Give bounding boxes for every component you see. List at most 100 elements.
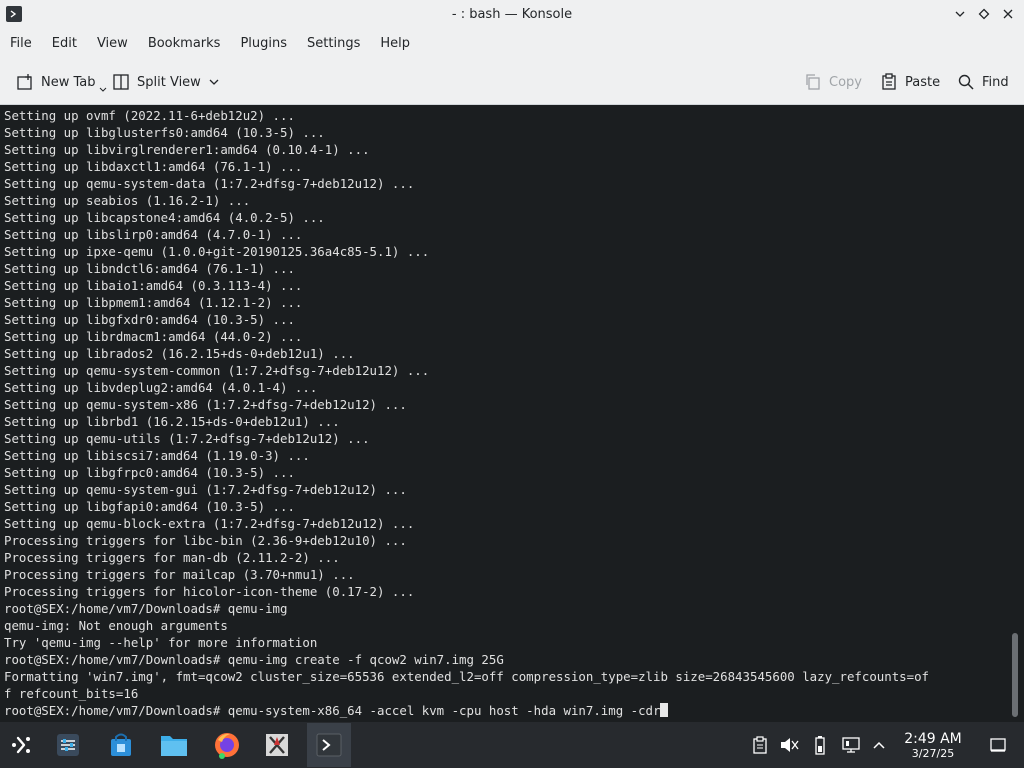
terminal-line: Processing triggers for mailcap (3.70+nm… <box>4 567 355 582</box>
terminal-line: Setting up libaio1:amd64 (0.3.113-4) ... <box>4 278 303 293</box>
find-button[interactable]: Find <box>957 68 1009 96</box>
terminal-line: Setting up libiscsi7:amd64 (1.19.0-3) ..… <box>4 448 310 463</box>
terminal-line: Processing triggers for libc-bin (2.36-9… <box>4 533 407 548</box>
terminal-prompt-line[interactable]: root@SEX:/home/vm7/Downloads# qemu-syste… <box>4 702 1000 719</box>
terminal-line: Setting up libdaxctl1:amd64 (76.1-1) ... <box>4 159 303 174</box>
tray-volume[interactable] <box>776 722 802 768</box>
menu-view[interactable]: View <box>87 29 138 59</box>
terminal-line: Processing triggers for hicolor-icon-the… <box>4 584 415 599</box>
tray-clipboard[interactable] <box>747 722 773 768</box>
find-label: Find <box>982 74 1009 90</box>
copy-label: Copy <box>829 74 862 90</box>
terminal-line: f refcount_bits=16 <box>4 686 139 701</box>
close-icon <box>1003 9 1013 19</box>
launcher-icon <box>12 736 30 754</box>
menu-bookmarks[interactable]: Bookmarks <box>138 29 231 59</box>
task-konsole[interactable] <box>307 723 351 767</box>
terminal-view[interactable]: Setting up ovmf (2022.11-6+deb12u2) ... S… <box>0 105 1024 722</box>
toolbar: New Tab Split View Copy Paste Find <box>0 59 1024 105</box>
terminal-line: Setting up qemu-block-extra (1:7.2+dfsg-… <box>4 516 415 531</box>
copy-button[interactable]: Copy <box>804 68 862 96</box>
terminal-line: Setting up libcapstone4:amd64 (4.0.2-5) … <box>4 210 325 225</box>
terminal-line: Setting up ipxe-qemu (1.0.0+git-20190125… <box>4 244 430 259</box>
show-desktop-button[interactable] <box>985 722 1011 768</box>
chevron-up-icon <box>873 741 885 749</box>
split-view-icon <box>113 74 129 90</box>
new-tab-label: New Tab <box>41 74 96 90</box>
terminal-line: Try 'qemu-img --help' for more informati… <box>4 635 318 650</box>
split-view-label: Split View <box>137 74 201 90</box>
menu-edit[interactable]: Edit <box>42 29 87 59</box>
terminal-line: Setting up librdmacm1:amd64 (44.0-2) ... <box>4 329 303 344</box>
terminal-line: Setting up qemu-utils (1:7.2+dfsg-7+deb1… <box>4 431 370 446</box>
shopping-bag-icon <box>111 733 131 756</box>
digital-clock[interactable]: 2:49 AM 3/27/25 <box>894 732 972 761</box>
maximize-button[interactable] <box>974 4 994 24</box>
close-button[interactable] <box>998 4 1018 24</box>
terminal-line: qemu-img: Not enough arguments <box>4 618 228 633</box>
konsole-app-icon[interactable] <box>6 6 22 22</box>
new-tab-button[interactable]: New Tab <box>16 68 107 96</box>
terminal-line: Processing triggers for man-db (2.11.2-2… <box>4 550 340 565</box>
split-view-button[interactable]: Split View <box>112 68 220 96</box>
terminal-line: Setting up libgfxdr0:amd64 (10.3-5) ... <box>4 312 295 327</box>
chevron-down-icon <box>209 79 219 85</box>
terminal-current-command: root@SEX:/home/vm7/Downloads# qemu-syste… <box>4 703 661 718</box>
paste-label: Paste <box>905 74 941 90</box>
tray-expand-button[interactable] <box>866 722 892 768</box>
terminal-line: Setting up libvdeplug2:amd64 (4.0.1-4) .… <box>4 380 318 395</box>
task-firefox[interactable] <box>205 723 249 767</box>
terminal-line: Setting up libglusterfs0:amd64 (10.3-5) … <box>4 125 325 140</box>
tray-network[interactable] <box>838 722 864 768</box>
chevron-down-icon <box>99 87 106 92</box>
window-titlebar: - : bash — Konsole <box>0 0 1024 29</box>
terminal-line: Setting up librados2 (16.2.15+ds-0+deb12… <box>4 346 355 361</box>
text-cursor <box>660 703 669 717</box>
terminal-line: Setting up libgfrpc0:amd64 (10.3-5) ... <box>4 465 295 480</box>
show-desktop-icon <box>990 738 1006 752</box>
menu-settings[interactable]: Settings <box>297 29 370 59</box>
tray-battery[interactable] <box>807 722 833 768</box>
network-wired-icon <box>842 737 860 753</box>
terminal-line: Setting up libslirp0:amd64 (4.7.0-1) ... <box>4 227 303 242</box>
task-system-settings[interactable] <box>46 723 90 767</box>
terminal-line: root@SEX:/home/vm7/Downloads# qemu-img c… <box>4 652 504 667</box>
task-dolphin[interactable] <box>152 723 196 767</box>
diamond-icon <box>978 8 990 20</box>
volume-muted-icon <box>781 738 799 752</box>
paste-icon <box>882 73 896 90</box>
minimize-button[interactable] <box>950 4 970 24</box>
chevron-down-icon <box>955 11 965 17</box>
paste-button[interactable]: Paste <box>880 68 940 96</box>
terminal-line: Setting up qemu-system-data (1:7.2+dfsg-… <box>4 176 415 191</box>
terminal-line: Setting up ovmf (2022.11-6+deb12u2) ... <box>4 108 295 123</box>
terminal-line: Setting up seabios (1.16.2-1) ... <box>4 193 251 208</box>
new-tab-icon <box>17 74 32 90</box>
terminal-line: Setting up libgfapi0:amd64 (10.3-5) ... <box>4 499 295 514</box>
terminal-line: root@SEX:/home/vm7/Downloads# qemu-img <box>4 601 288 616</box>
taskbar: 2:49 AM 3/27/25 <box>0 722 1024 768</box>
terminal-icon <box>316 733 342 757</box>
x-window-icon <box>266 734 288 756</box>
task-xwayland[interactable] <box>255 723 299 767</box>
menu-file[interactable]: File <box>0 29 42 59</box>
terminal-line: Setting up libndctl6:amd64 (76.1-1) ... <box>4 261 295 276</box>
battery-icon <box>815 736 825 755</box>
window-title: - : bash — Konsole <box>451 7 573 22</box>
terminal-line: Setting up libvirglrenderer1:amd64 (0.10… <box>4 142 370 157</box>
app-launcher-button[interactable] <box>0 723 44 767</box>
terminal-line: Formatting 'win7.img', fmt=qcow2 cluster… <box>4 669 930 684</box>
copy-icon <box>806 74 820 90</box>
terminal-line: Setting up qemu-system-common (1:7.2+dfs… <box>4 363 430 378</box>
terminal-line: Setting up libpmem1:amd64 (1.12.1-2) ... <box>4 295 303 310</box>
settings-sliders-icon <box>57 734 79 756</box>
menu-help[interactable]: Help <box>370 29 420 59</box>
search-icon <box>958 74 974 90</box>
menu-plugins[interactable]: Plugins <box>230 29 297 59</box>
terminal-line: Setting up qemu-system-gui (1:7.2+dfsg-7… <box>4 482 407 497</box>
clock-date: 3/27/25 <box>911 747 955 760</box>
terminal-line: Setting up librbd1 (16.2.15+ds-0+deb12u1… <box>4 414 340 429</box>
task-discover[interactable] <box>99 723 143 767</box>
terminal-scrollbar[interactable] <box>1012 633 1018 717</box>
firefox-icon <box>215 733 239 759</box>
